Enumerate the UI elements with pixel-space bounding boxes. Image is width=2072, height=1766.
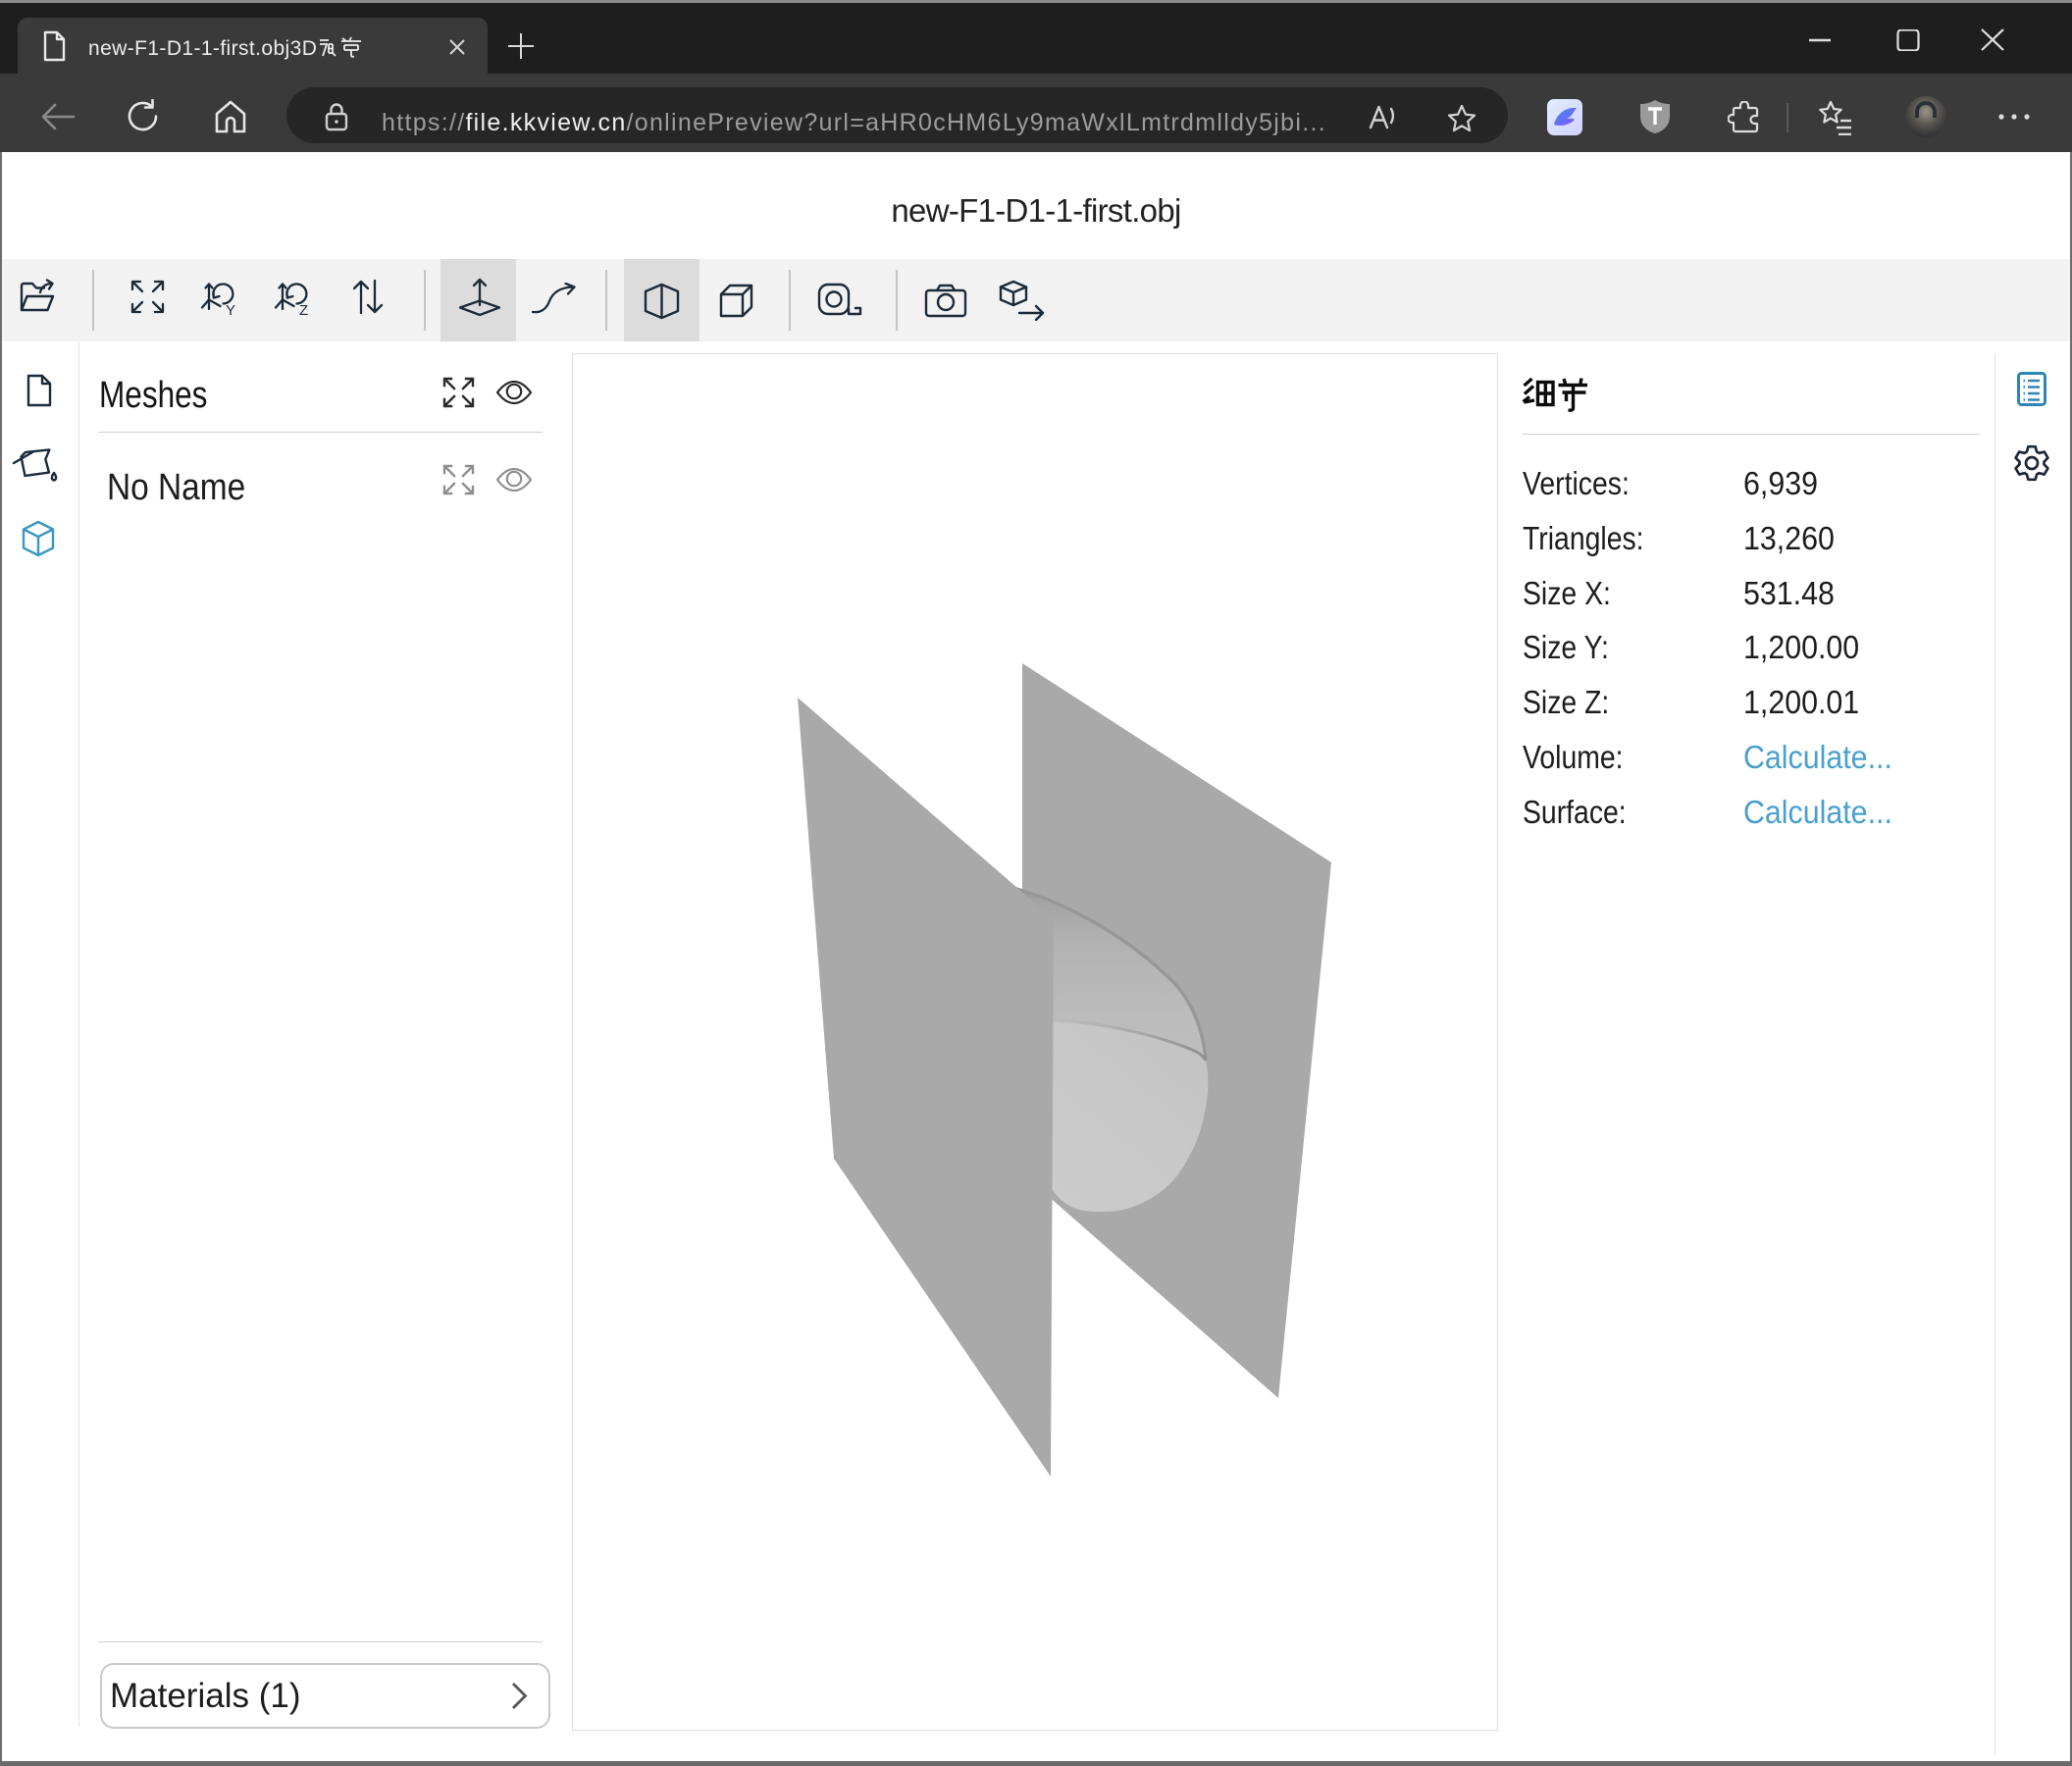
svg-text:Z: Z bbox=[299, 302, 308, 316]
svg-text:Y: Y bbox=[226, 302, 235, 316]
